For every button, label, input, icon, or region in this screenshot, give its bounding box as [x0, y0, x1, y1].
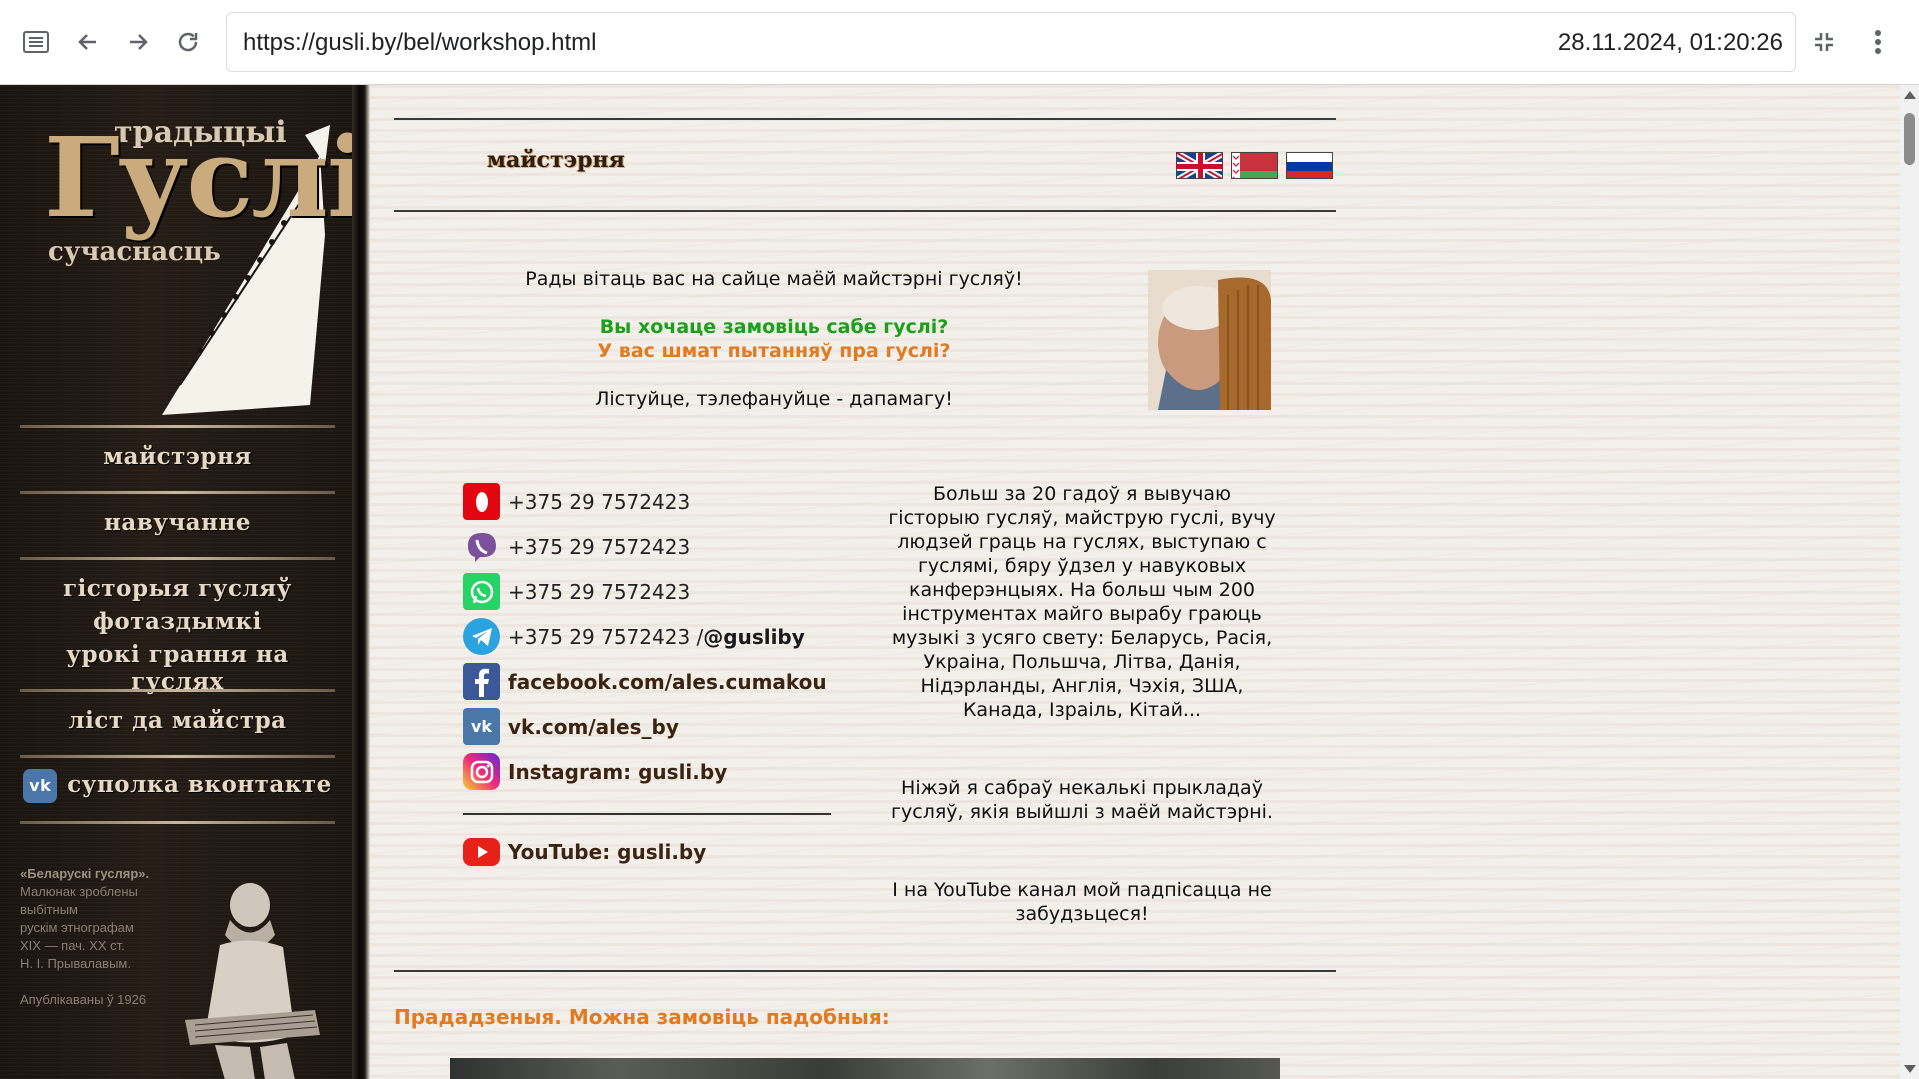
examples-paragraph: Ніжэй я сабраў некалькі прыкладаў гусляў…	[891, 777, 1273, 823]
questions-line: У вас шмат пытанняў пра гуслі?	[597, 340, 951, 362]
logo-bottom-text: сучаснасць	[48, 237, 221, 267]
youtube-icon	[463, 837, 500, 866]
phone-mts: +375 29 7572423	[508, 489, 691, 514]
sold-section-title: Прададзеныя. Можна замовіць падобныя:	[394, 1005, 890, 1029]
page-scrollbar[interactable]	[1900, 85, 1919, 1079]
url-text: https://gusli.by/bel/workshop.html	[243, 29, 597, 56]
contact-vk[interactable]: vk vk.com/ales_by	[463, 708, 679, 745]
vk-icon: vk	[23, 769, 58, 803]
header-bottom-rule	[394, 210, 1336, 212]
contact-whatsapp[interactable]: +375 29 7572423	[463, 573, 690, 610]
reload-icon[interactable]	[170, 24, 206, 60]
telegram-icon	[463, 618, 500, 655]
more-menu-icon[interactable]	[1860, 24, 1896, 60]
phone-whatsapp: +375 29 7572423	[508, 579, 691, 604]
sidebar-border	[352, 85, 370, 1079]
sidebar: традыцыі Гуслі сучаснасць майстэрня наву…	[0, 85, 370, 1079]
flag-uk-icon[interactable]	[1176, 152, 1223, 179]
scroll-up-arrow-icon[interactable]	[1904, 91, 1916, 99]
vk-icon: vk	[463, 708, 500, 745]
master-photo	[1148, 270, 1271, 410]
address-bar[interactable]: https://gusli.by/bel/workshop.html 28.11…	[226, 12, 1796, 72]
telegram-handle[interactable]: @gusliby	[703, 625, 805, 649]
menu-divider	[20, 491, 335, 494]
instagram-icon	[463, 753, 500, 790]
scroll-thumb[interactable]	[1904, 113, 1915, 165]
whatsapp-icon	[463, 573, 500, 610]
back-arrow-icon[interactable]	[70, 24, 106, 60]
contact-youtube[interactable]: YouTube: gusli.by	[463, 833, 706, 870]
section-rule	[394, 970, 1336, 972]
contact-instagram[interactable]: Instagram: gusli.by	[463, 753, 727, 790]
reader-mode-icon[interactable]	[18, 24, 54, 60]
menu-item-letter[interactable]: ліст да майстра	[20, 707, 335, 734]
browser-toolbar: https://gusli.by/bel/workshop.html 28.11…	[0, 0, 1919, 85]
order-question: Вы хочаце замовіць сабе гуслі?	[599, 316, 949, 338]
welcome-text: Рады вітаць вас на сайце маёй майстэрні …	[525, 268, 1023, 290]
site-logo[interactable]: традыцыі Гуслі сучаснасць	[40, 115, 369, 415]
scroll-down-arrow-icon[interactable]	[1904, 1065, 1916, 1073]
exit-fullscreen-icon[interactable]	[1806, 24, 1842, 60]
menu-item-lessons[interactable]: урокі грання на гуслях	[20, 641, 335, 695]
contact-viber[interactable]: +375 29 7572423	[463, 528, 690, 565]
menu-divider	[20, 755, 335, 758]
datetime-text: 28.11.2024, 01:20:26	[1557, 29, 1783, 56]
phone-telegram: +375 29 7572423 /	[508, 624, 704, 649]
menu-item-training[interactable]: навучанне	[20, 509, 335, 536]
menu-item-history[interactable]: гісторыя гусляў	[20, 575, 335, 602]
contact-telegram[interactable]: +375 29 7572423 / @gusliby	[463, 618, 805, 655]
menu-item-vk-group[interactable]: vk суполка вконтакте	[20, 769, 335, 803]
contacts-divider	[463, 813, 831, 815]
contact-facebook[interactable]: facebook.com/ales.cumakou	[463, 663, 827, 700]
viber-icon	[463, 528, 500, 565]
flag-russia-icon[interactable]	[1286, 152, 1333, 179]
contact-invite: Лістуйце, тэлефануйце - дапамагу!	[595, 388, 953, 410]
facebook-link[interactable]: facebook.com/ales.cumakou	[508, 670, 827, 694]
phone-viber: +375 29 7572423	[508, 534, 691, 559]
page-title: майстэрня	[487, 147, 625, 173]
facebook-icon	[463, 663, 500, 700]
instagram-link[interactable]: Instagram: gusli.by	[508, 760, 727, 784]
menu-divider	[20, 557, 335, 560]
header-top-rule	[394, 118, 1336, 120]
flag-belarus-icon[interactable]	[1231, 152, 1278, 179]
menu-item-vk-label: суполка вконтакте	[67, 771, 332, 798]
menu-divider	[20, 821, 335, 824]
menu-item-workshop[interactable]: майстэрня	[20, 443, 335, 470]
about-paragraph: Больш за 20 гадоў я вывучаю гісторыю гус…	[888, 483, 1276, 721]
logo-title-text: Гуслі	[44, 113, 369, 242]
youtube-link[interactable]: YouTube: gusli.by	[508, 840, 706, 864]
contact-mts[interactable]: +375 29 7572423	[463, 483, 690, 520]
gusli-photo[interactable]	[450, 1058, 1280, 1079]
main-content: майстэрня Рады вітаць вас на сайце маёй …	[370, 85, 1900, 1079]
forward-arrow-icon[interactable]	[120, 24, 156, 60]
menu-divider	[20, 689, 335, 692]
mts-icon	[463, 483, 500, 520]
gusliar-illustration-icon	[185, 883, 320, 1079]
menu-item-photos[interactable]: фотаздымкі	[20, 608, 335, 635]
youtube-subscribe-text: І на YouTube канал мой падпісацца не заб…	[892, 879, 1272, 925]
vk-link[interactable]: vk.com/ales_by	[508, 715, 679, 739]
menu-divider	[20, 425, 335, 428]
